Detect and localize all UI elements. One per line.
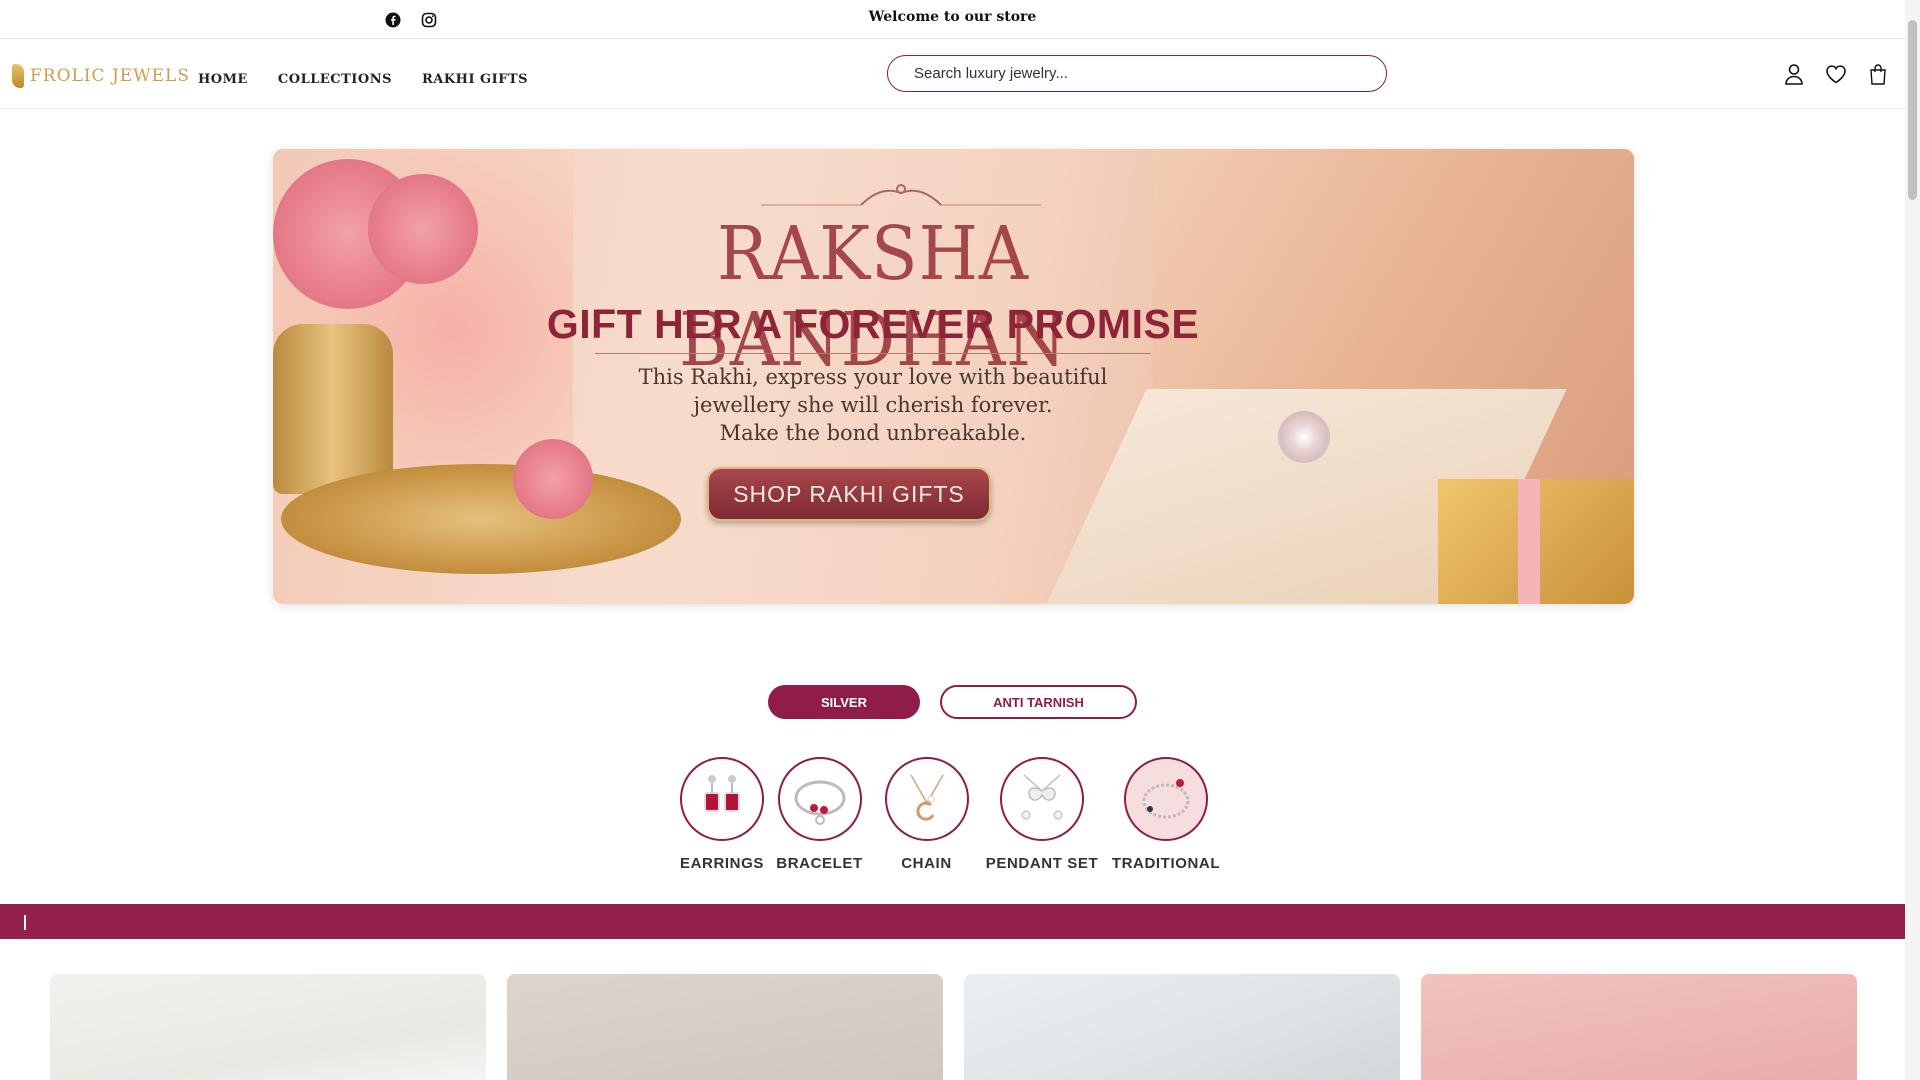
nav-collections[interactable]: COLLECTIONS <box>278 72 392 87</box>
earrings-thumbnail <box>680 757 764 841</box>
category-label: TRADITIONAL <box>1111 855 1221 872</box>
bag-icon[interactable] <box>1866 62 1890 86</box>
logo[interactable]: FROLIC JEWELS <box>12 64 190 88</box>
category-label: EARRINGS <box>680 855 764 872</box>
hero-banner[interactable]: RAKSHA BANDHAN GIFT HER A FOREVER PROMIS… <box>273 149 1634 604</box>
tab-anti-tarnish[interactable]: ANTI TARNISH <box>940 685 1137 719</box>
rose-image <box>368 174 478 284</box>
user-icon[interactable] <box>1782 62 1806 86</box>
bracelet-image <box>1278 411 1330 463</box>
scrollbar-thumb[interactable] <box>1908 20 1917 200</box>
hero-divider <box>595 353 1151 354</box>
page-scrollbar[interactable] <box>1905 0 1920 1080</box>
category-earrings[interactable]: EARRINGS <box>678 757 766 872</box>
heart-icon[interactable] <box>1824 62 1848 86</box>
hero-description-line: Make the bond unbreakable. <box>719 421 1027 445</box>
search-input[interactable] <box>912 64 1362 83</box>
bracelet-thumbnail <box>777 757 862 841</box>
category-traditional[interactable]: TRADITIONAL <box>1104 757 1228 872</box>
header-actions <box>1782 62 1890 86</box>
nav-home[interactable]: HOME <box>198 72 248 87</box>
product-card[interactable] <box>1421 974 1857 1080</box>
ornament-icon <box>761 184 1041 206</box>
product-card[interactable] <box>50 974 486 1080</box>
announcement-bar: Welcome to our store <box>0 0 1905 39</box>
material-tabs: SILVER ANTI TARNISH <box>768 685 1137 719</box>
hero-title: RAKSHA BANDHAN <box>679 211 1067 383</box>
category-label: BRACELET <box>776 855 863 872</box>
search-box <box>887 55 1387 92</box>
product-grid <box>50 974 1857 1080</box>
category-chain[interactable]: CHAIN <box>873 757 980 872</box>
marquee-strip <box>0 904 1905 939</box>
site-header: FROLIC JEWELS HOME COLLECTIONS RAKHI GIF… <box>0 38 1905 109</box>
traditional-thumbnail <box>1124 757 1208 841</box>
text-caret <box>24 915 26 930</box>
gift-ribbon-image <box>1518 479 1540 604</box>
product-card[interactable] <box>964 974 1400 1080</box>
hero-description-line: This Rakhi, express your love with beaut… <box>638 365 1108 389</box>
shop-rakhi-gifts-button[interactable]: SHOP RAKHI GIFTS <box>707 467 991 521</box>
hero-subtitle: GIFT HER A FOREVER PROMISE <box>546 301 1200 347</box>
chain-thumbnail <box>884 757 969 841</box>
nav-rakhi-gifts[interactable]: RAKHI GIFTS <box>422 72 528 87</box>
pendant-set-thumbnail <box>1000 757 1084 841</box>
category-pendant-set[interactable]: PENDANT SET <box>980 757 1104 872</box>
logo-mark-icon <box>12 64 24 88</box>
main-nav: HOME COLLECTIONS RAKHI GIFTS <box>198 72 528 87</box>
vase-image <box>273 324 393 494</box>
rose-image <box>513 439 593 519</box>
tab-silver[interactable]: SILVER <box>768 685 920 719</box>
store-page: Welcome to our store FROLIC JEWELS HOME … <box>0 0 1905 1080</box>
logo-text: FROLIC JEWELS <box>30 66 190 86</box>
puja-plate-image <box>281 464 681 574</box>
category-bracelet[interactable]: BRACELET <box>766 757 873 872</box>
category-label: PENDANT SET <box>985 855 1099 872</box>
hero-description: This Rakhi, express your love with beaut… <box>573 363 1173 447</box>
category-label: CHAIN <box>901 855 952 872</box>
category-list: EARRINGS BRACELET CHAIN PENDANT SET TRAD… <box>678 757 1228 872</box>
hero-description-line: jewellery she will cherish forever. <box>693 393 1053 417</box>
product-card[interactable] <box>507 974 943 1080</box>
welcome-text: Welcome to our store <box>868 9 1037 25</box>
